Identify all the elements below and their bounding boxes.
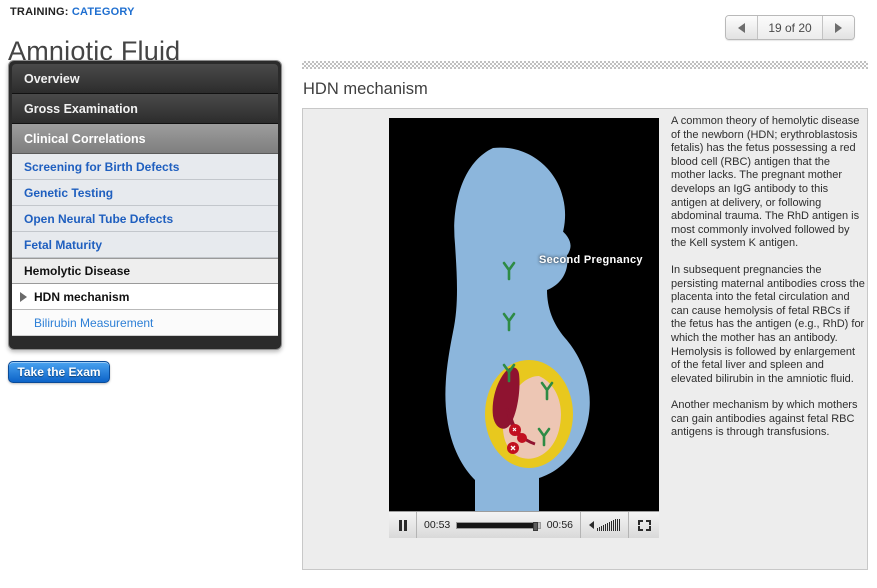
elapsed-time-label: 00:53: [424, 519, 450, 531]
video-stage: Second Pregnancy: [389, 118, 659, 511]
sidebar-item-screening-for-birth-defects[interactable]: Screening for Birth Defects: [12, 154, 278, 180]
breadcrumb-category-link[interactable]: CATEGORY: [72, 6, 135, 18]
progress-track[interactable]: [456, 522, 540, 529]
sidebar-item-open-neural-tube-defects[interactable]: Open Neural Tube Defects: [12, 206, 278, 232]
sidebar-item-label: Overview: [24, 72, 80, 86]
volume-bars-icon: [597, 519, 620, 531]
sidebar-item-label: Screening for Birth Defects: [24, 160, 179, 174]
paragraph-3: Another mechanism by which mothers can g…: [671, 399, 867, 440]
take-the-exam-button[interactable]: Take the Exam: [8, 361, 110, 383]
sidebar-item-label: Hemolytic Disease: [24, 264, 130, 278]
total-time-label: 00:56: [547, 519, 573, 531]
sidebar-item-bilirubin-measurement[interactable]: Bilirubin Measurement: [12, 310, 278, 336]
sidebar-item-hdn-mechanism[interactable]: HDN mechanism: [12, 284, 278, 310]
progress-knob[interactable]: [533, 522, 538, 531]
hatched-divider: [302, 61, 868, 69]
current-page-arrow-icon: [20, 292, 27, 302]
sidebar-item-label: Clinical Correlations: [24, 132, 146, 146]
sidebar-item-label: Open Neural Tube Defects: [24, 212, 173, 226]
pagination-next-button[interactable]: [822, 16, 854, 39]
training-module-page: TRAINING: CATEGORY Amniotic Fluid 19 of …: [0, 0, 877, 588]
breadcrumb-training-label: TRAINING:: [10, 6, 69, 18]
pagination-control: 19 of 20: [725, 15, 855, 40]
pagination-prev-button[interactable]: [726, 16, 758, 39]
fullscreen-button[interactable]: [629, 512, 659, 538]
volume-control[interactable]: [581, 512, 629, 538]
take-the-exam-label: Take the Exam: [17, 365, 100, 379]
sidebar-item-clinical-correlations[interactable]: Clinical Correlations: [12, 124, 278, 154]
sidebar-item-label: Fetal Maturity: [24, 238, 102, 252]
sidebar-item-fetal-maturity[interactable]: Fetal Maturity: [12, 232, 278, 258]
video-overlay-caption: Second Pregnancy: [539, 254, 643, 266]
content-title: HDN mechanism: [303, 80, 428, 99]
speaker-icon: [589, 521, 594, 529]
course-navigation-menu: Overview Gross Examination Clinical Corr…: [8, 60, 282, 350]
hdn-illustration: [389, 118, 659, 511]
chevron-left-icon: [738, 23, 745, 33]
sidebar-item-label: Bilirubin Measurement: [34, 316, 153, 330]
article-text-column: A common theory of hemolytic disease of …: [671, 115, 867, 453]
pagination-position-label: 19 of 20: [758, 16, 822, 39]
sidebar-item-gross-examination[interactable]: Gross Examination: [12, 94, 278, 124]
fullscreen-icon: [638, 520, 651, 531]
paragraph-2: In subsequent pregnancies the persisting…: [671, 264, 867, 386]
paragraph-1: A common theory of hemolytic disease of …: [671, 115, 867, 251]
course-navigation-list: Overview Gross Examination Clinical Corr…: [12, 64, 278, 346]
breadcrumb: TRAINING: CATEGORY: [10, 6, 135, 18]
content-panel: Second Pregnancy 00:53 00:56: [302, 108, 868, 570]
video-player[interactable]: Second Pregnancy 00:53 00:56: [389, 118, 659, 538]
sidebar-item-label: Gross Examination: [24, 102, 138, 116]
sidebar-item-hemolytic-disease[interactable]: Hemolytic Disease: [12, 258, 278, 284]
chevron-right-icon: [835, 23, 842, 33]
pause-icon: [399, 520, 407, 531]
sidebar-item-overview[interactable]: Overview: [12, 64, 278, 94]
menu-footer-strip: [12, 336, 278, 346]
video-controls-bar: 00:53 00:56: [389, 511, 659, 538]
progress-fill: [457, 523, 533, 528]
sidebar-item-label: HDN mechanism: [34, 290, 129, 304]
sidebar-item-genetic-testing[interactable]: Genetic Testing: [12, 180, 278, 206]
sidebar-item-label: Genetic Testing: [24, 186, 113, 200]
pause-button[interactable]: [389, 512, 417, 538]
video-scrubber[interactable]: 00:53 00:56: [417, 512, 581, 538]
